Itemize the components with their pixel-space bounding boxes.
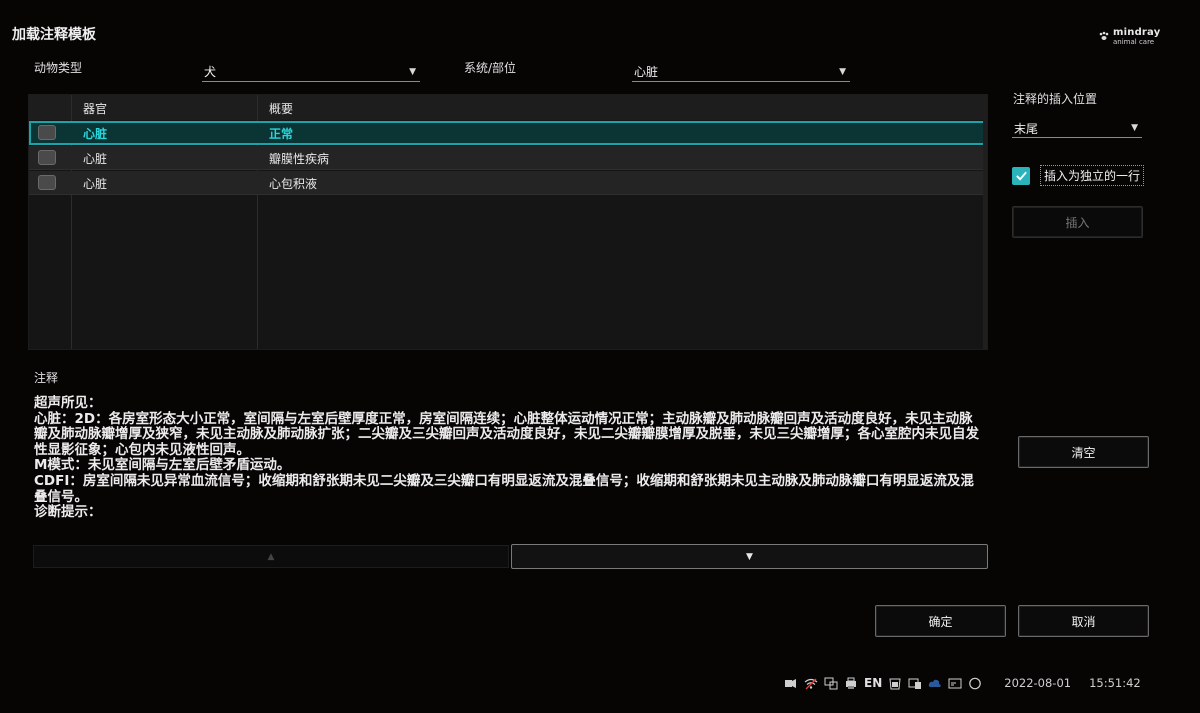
row-summary: 心包积液 xyxy=(269,177,318,191)
cloud-icon xyxy=(928,677,942,690)
annotation-line: 心脏：2D：各房室形态大小正常，室间隔与左室后壁厚度正常，房室间隔连续；心脏整体… xyxy=(34,410,979,458)
table-scrollbar[interactable] xyxy=(983,120,987,349)
brand-logo: mindray animal care xyxy=(1098,27,1160,46)
chevron-down-icon: ▼ xyxy=(1131,123,1138,133)
insert-position-label: 注释的插入位置 xyxy=(1013,92,1098,106)
usb-icon xyxy=(784,677,798,690)
paw-icon xyxy=(1099,31,1109,40)
page-up-button[interactable]: ▲ xyxy=(33,545,509,568)
annotation-line: CDFI：房室间隔未见异常血流信号；收缩期和舒张期未见二尖瓣及三尖瓣口有明显返流… xyxy=(34,472,974,505)
column-header-organ: 器官 xyxy=(83,102,108,116)
dialog-title: 加载注释模板 xyxy=(12,27,96,43)
table-row[interactable]: 心脏 瓣膜性疾病 xyxy=(29,146,987,170)
status-circle-icon xyxy=(968,677,982,690)
printer-icon xyxy=(844,677,858,690)
insert-position-select[interactable]: 末尾 ▼ xyxy=(1012,119,1142,138)
row-checkbox[interactable] xyxy=(38,125,56,140)
page-down-button[interactable]: ▼ xyxy=(511,544,988,569)
independent-line-option[interactable]: 插入为独立的一行 xyxy=(1012,165,1145,186)
animal-type-value: 犬 xyxy=(204,65,217,79)
row-organ: 心脏 xyxy=(83,177,108,191)
system-value: 心脏 xyxy=(634,65,659,79)
independent-line-label: 插入为独立的一行 xyxy=(1040,165,1145,186)
checkmark-icon xyxy=(1015,171,1027,181)
cancel-button[interactable]: 取消 xyxy=(1018,605,1149,637)
table-row[interactable]: 心脏 心包积液 xyxy=(29,171,987,195)
system-select[interactable]: 心脏 ▼ xyxy=(632,62,850,82)
network-icon xyxy=(824,677,838,690)
system-label: 系统/部位 xyxy=(464,61,517,75)
row-organ: 心脏 xyxy=(83,152,108,166)
row-organ: 心脏 xyxy=(83,127,108,141)
status-date: 2022-08-01 xyxy=(1004,676,1072,690)
storage-icon xyxy=(908,677,922,690)
animal-type-label: 动物类型 xyxy=(34,61,83,75)
status-bar: EN 2022-08-01 15:51:42 xyxy=(784,676,1141,690)
annotation-line: 诊断提示： xyxy=(34,504,102,521)
row-checkbox[interactable] xyxy=(38,175,56,190)
table-header: 器官 概要 xyxy=(29,95,987,120)
screen-icon xyxy=(948,677,962,690)
chevron-down-icon: ▼ xyxy=(409,66,416,77)
status-time: 15:51:42 xyxy=(1089,676,1141,690)
column-header-summary: 概要 xyxy=(269,102,294,116)
annotation-line: M模式：未见室间隔与左室后壁矛盾运动。 xyxy=(34,457,291,474)
insert-position-value: 末尾 xyxy=(1014,121,1039,136)
table-row[interactable]: 心脏 正常 xyxy=(29,121,987,145)
independent-line-checkbox[interactable] xyxy=(1012,166,1030,185)
row-summary: 正常 xyxy=(269,127,294,141)
row-checkbox[interactable] xyxy=(38,150,56,165)
insert-button[interactable]: 插入 xyxy=(1012,206,1143,238)
row-summary: 瓣膜性疾病 xyxy=(269,152,330,166)
annotation-text[interactable]: 超声所见： 心脏：2D：各房室形态大小正常，室间隔与左室后壁厚度正常，房室间隔连… xyxy=(34,395,984,521)
animal-type-select[interactable]: 犬 ▼ xyxy=(202,62,420,82)
annotation-line: 超声所见： xyxy=(34,395,102,411)
language-indicator[interactable]: EN xyxy=(864,676,882,690)
battery-icon xyxy=(888,677,902,690)
wifi-icon xyxy=(804,677,818,690)
annotation-label: 注释 xyxy=(34,371,59,385)
clear-button[interactable]: 清空 xyxy=(1018,436,1149,468)
ok-button[interactable]: 确定 xyxy=(875,605,1006,637)
template-table: 器官 概要 心脏 正常 心脏 瓣膜性疾病 心脏 心包积液 xyxy=(28,94,988,350)
chevron-down-icon: ▼ xyxy=(839,66,846,77)
